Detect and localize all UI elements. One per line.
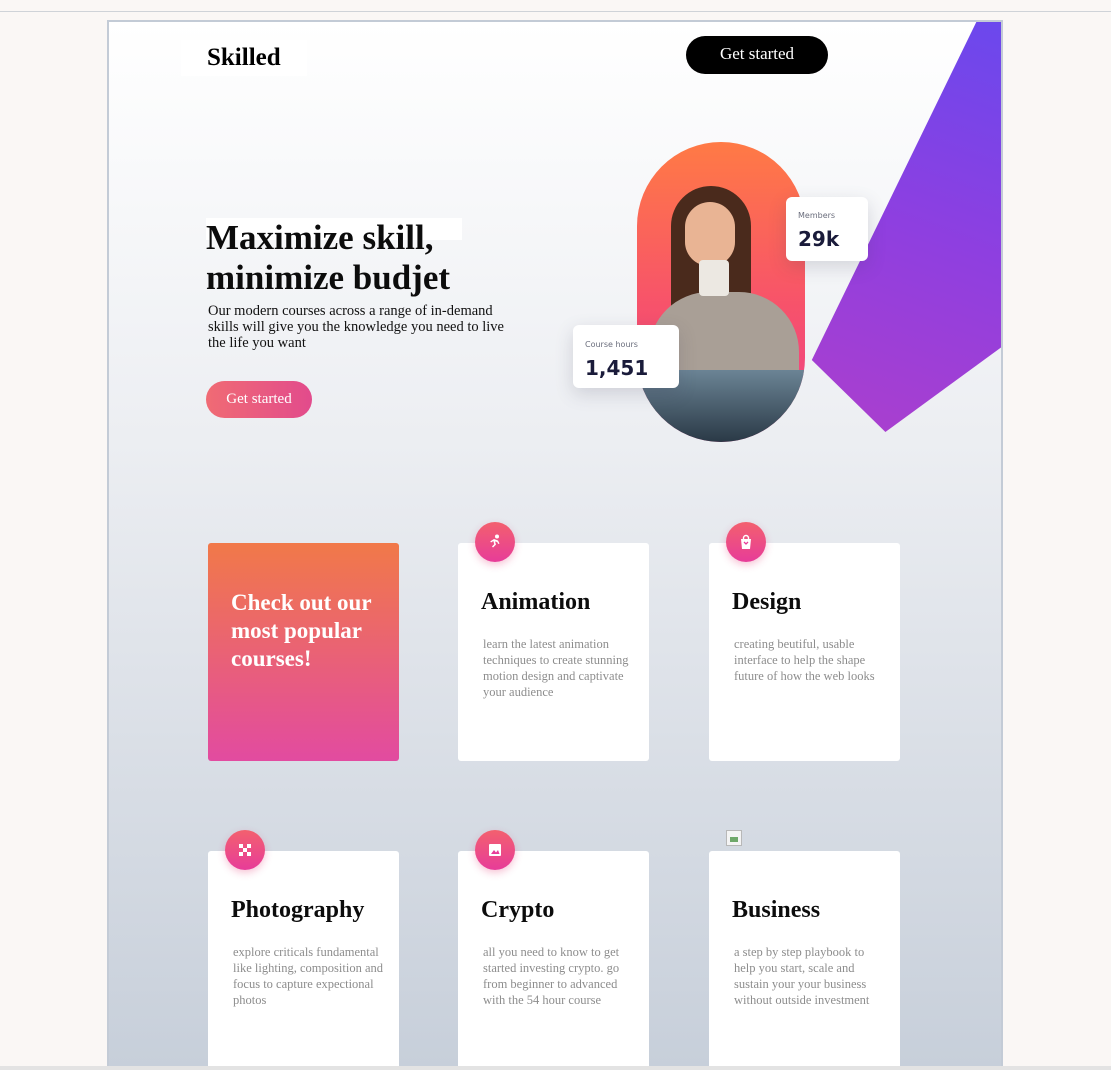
course-hours-value: 1,451 xyxy=(585,356,649,380)
promo-text: Check out our most popular courses! xyxy=(231,590,372,671)
shopping-bag-icon xyxy=(726,522,766,562)
landing-page: Skilled Get started Maximize skill, mini… xyxy=(107,20,1003,1066)
course-description: a step by step playbook to help you star… xyxy=(734,945,870,1007)
portrait-face xyxy=(685,202,735,266)
hero-title: Maximize skill, minimize budjet xyxy=(206,218,451,297)
course-title: Crypto xyxy=(481,897,555,923)
course-title: Animation xyxy=(481,589,591,615)
course-card-animation[interactable]: Animation learn the latest animation tec… xyxy=(458,543,649,761)
image-icon xyxy=(475,830,515,870)
popular-courses-promo: Check out our most popular courses! xyxy=(208,543,399,761)
course-card-crypto[interactable]: Crypto all you need to know to get start… xyxy=(458,851,649,1066)
course-card-design[interactable]: Design creating beutiful, usable interfa… xyxy=(709,543,900,761)
browser-bottom-bar xyxy=(0,1066,1111,1070)
members-stat-card: Members 29k xyxy=(786,197,868,261)
hero-portrait-image xyxy=(637,142,805,442)
hero-get-started-button[interactable]: Get started xyxy=(206,381,312,418)
site-logo[interactable]: Skilled xyxy=(181,40,307,76)
course-hours-label: Course hours xyxy=(585,340,638,349)
checker-icon xyxy=(225,830,265,870)
running-icon xyxy=(475,522,515,562)
members-label: Members xyxy=(798,211,836,220)
course-description: explore criticals fundamental like light… xyxy=(233,945,383,1007)
hero-subtitle: Our modern courses across a range of in-… xyxy=(208,303,504,351)
course-card-business[interactable]: Business a step by step playbook to help… xyxy=(709,851,900,1066)
portrait-mug xyxy=(699,260,729,296)
course-title: Photography xyxy=(231,897,365,923)
course-description: creating beutiful, usable interface to h… xyxy=(734,637,875,683)
course-description: all you need to know to get started inve… xyxy=(483,945,620,1007)
broken-image-icon xyxy=(726,830,742,846)
members-value: 29k xyxy=(798,227,840,251)
course-hours-stat-card: Course hours 1,451 xyxy=(573,325,679,388)
browser-top-divider xyxy=(0,11,1111,12)
header-get-started-button[interactable]: Get started xyxy=(686,36,828,74)
course-description: learn the latest animation techniques to… xyxy=(483,637,629,699)
course-title: Design xyxy=(732,589,802,615)
course-title: Business xyxy=(732,897,821,923)
course-card-photography[interactable]: Photography explore criticals fundamenta… xyxy=(208,851,399,1066)
